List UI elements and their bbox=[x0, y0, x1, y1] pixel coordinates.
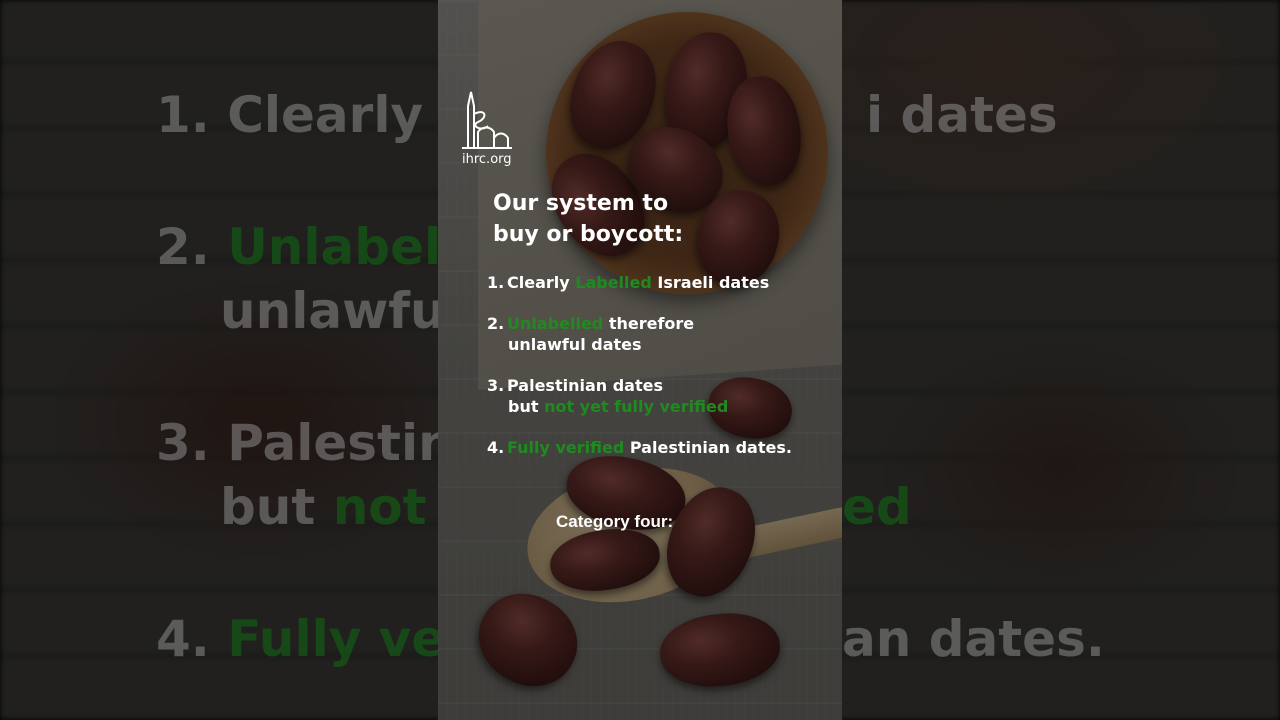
background-text-line-3: 3. Palestin bbox=[156, 414, 454, 472]
background-text-line-3b: but not bbox=[220, 478, 427, 536]
title-line-1: Our system to bbox=[493, 191, 669, 216]
item-number: 1. bbox=[487, 273, 505, 292]
item-number: 4. bbox=[487, 438, 505, 457]
title-line-2: buy or boycott: bbox=[493, 222, 684, 247]
list-item-3: 3. Palestinian dates but not yet fully ve… bbox=[487, 375, 728, 417]
video-frame: 1. Clearly L i dates 2. Unlabelle unlawf… bbox=[0, 0, 1280, 720]
item-text: Palestinian dates bbox=[507, 376, 663, 395]
item-text: Israeli dates bbox=[651, 273, 770, 292]
item-text: Clearly bbox=[507, 273, 576, 292]
item-highlight: Fully verified bbox=[507, 438, 625, 457]
item-text: but bbox=[508, 397, 545, 416]
ihrc-logo bbox=[458, 88, 518, 150]
video-panel: ihrc.org Our system to buy or boycott: 1… bbox=[438, 0, 842, 720]
item-text-line-2: unlawful dates bbox=[508, 335, 642, 354]
item-highlight: Unlabelled bbox=[507, 314, 604, 333]
background-text-line-1: 1. Clearly L bbox=[156, 86, 472, 144]
item-highlight: Labelled bbox=[575, 273, 652, 292]
ihrc-minaret-logo-icon bbox=[458, 88, 518, 150]
list-item-2: 2. Unlabelled therefore unlawful dates bbox=[487, 313, 694, 355]
background-text-line-4: 4. Fully ve bbox=[156, 610, 446, 668]
background-text-line-3b-right: ed bbox=[842, 478, 912, 536]
background-text-line-1-right: i dates bbox=[866, 86, 1058, 144]
caption-text: Category four: bbox=[556, 512, 674, 531]
page-title: Our system to buy or boycott: bbox=[493, 188, 753, 250]
item-number: 3. bbox=[487, 376, 505, 395]
logo-text: ihrc.org bbox=[462, 152, 512, 167]
background-text-line-2b: unlawfu bbox=[220, 282, 446, 340]
background-text-line-4-right: an dates. bbox=[842, 610, 1105, 668]
list-item-4: 4. Fully verified Palestinian dates. bbox=[487, 437, 792, 458]
item-text: therefore bbox=[603, 314, 695, 333]
item-number: 2. bbox=[487, 314, 505, 333]
list-item-1: 1. Clearly Labelled Israeli dates bbox=[487, 272, 769, 293]
video-overlay-content: ihrc.org Our system to buy or boycott: 1… bbox=[438, 0, 842, 720]
item-text: Palestinian dates. bbox=[624, 438, 792, 457]
item-highlight: not yet fully verified bbox=[544, 397, 729, 416]
